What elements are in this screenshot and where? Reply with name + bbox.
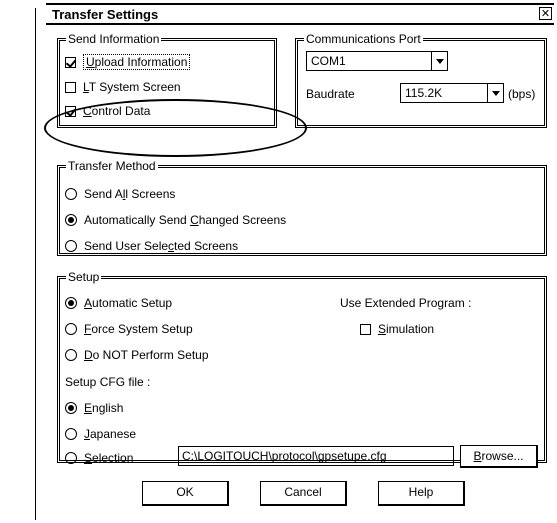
checkbox-icon (65, 105, 76, 117)
help-button[interactable]: Help (378, 481, 465, 506)
cfg-path-field[interactable]: C:\LOGITOUCH\protocol\gpsetupe.cfg (178, 446, 454, 466)
background-line (35, 8, 36, 520)
port-select[interactable]: COM1 (306, 51, 448, 71)
radio-icon (65, 188, 77, 200)
force-system-setup-radio[interactable]: Force System Setup (65, 322, 193, 336)
cancel-label: Cancel (284, 485, 322, 499)
communications-port-group: Communications Port COM1 Baudrate 115.2K… (295, 32, 547, 128)
japanese-radio[interactable]: Japanese (65, 427, 136, 441)
auto-send-changed-radio[interactable]: Automatically Send Changed Screens (65, 213, 286, 227)
browse-button[interactable]: Browse... (460, 445, 538, 468)
setup-cfg-label: Setup CFG file : (65, 375, 151, 389)
simulation-checkbox[interactable]: Simulation (360, 322, 434, 336)
radio-icon (65, 323, 77, 335)
radio-icon (65, 297, 77, 309)
english-label: English (84, 401, 124, 415)
upload-information-label: Upload Information (83, 54, 191, 70)
selection-label: Selection (84, 451, 134, 465)
control-data-checkbox[interactable]: Control Data (65, 104, 150, 118)
ok-label: OK (176, 485, 194, 499)
radio-icon (65, 240, 77, 252)
transfer-method-group: Transfer Method Send All Screens Automat… (57, 159, 547, 256)
radio-icon (65, 402, 77, 414)
title-bar: Transfer Settings ✕ (46, 3, 554, 25)
send-user-selected-radio[interactable]: Send User Selected Screens (65, 239, 238, 253)
lt-system-screen-checkbox[interactable]: LT System Screen (65, 80, 181, 94)
send-user-selected-label: Send User Selected Screens (84, 239, 239, 253)
transfer-method-label: Transfer Method (66, 159, 158, 173)
simulation-label: Simulation (378, 322, 435, 336)
checkbox-icon (65, 81, 76, 93)
port-value: COM1 (311, 54, 346, 68)
radio-icon (65, 428, 77, 440)
radio-icon (65, 452, 77, 464)
do-not-perform-setup-label: Do NOT Perform Setup (84, 348, 209, 362)
close-icon[interactable]: ✕ (539, 7, 552, 20)
ok-button[interactable]: OK (142, 481, 229, 506)
checkbox-icon (360, 323, 371, 335)
upload-information-checkbox[interactable]: Upload Information (65, 54, 191, 70)
do-not-perform-setup-radio[interactable]: Do NOT Perform Setup (65, 348, 209, 362)
browse-label: Browse... (473, 449, 524, 463)
baudrate-label: Baudrate (306, 87, 355, 101)
dialog-title: Transfer Settings (52, 7, 159, 22)
force-system-setup-label: Force System Setup (84, 322, 193, 336)
automatic-setup-radio[interactable]: Automatic Setup (65, 296, 172, 310)
send-all-screens-label: Send All Screens (84, 187, 176, 201)
setup-label: Setup (66, 270, 102, 284)
send-all-screens-radio[interactable]: Send All Screens (65, 187, 175, 201)
english-radio[interactable]: English (65, 401, 123, 415)
dropdown-arrow-icon[interactable] (487, 84, 503, 102)
bps-unit-label: (bps) (508, 87, 536, 101)
dropdown-arrow-icon[interactable] (431, 52, 447, 70)
checkbox-icon (65, 56, 76, 68)
lt-system-screen-label: LT System Screen (83, 80, 181, 94)
send-information-label: Send Information (66, 32, 162, 46)
transfer-settings-dialog: Transfer Settings ✕ Send Information Upl… (44, 3, 554, 520)
extended-program-label: Use Extended Program : (340, 296, 472, 310)
cancel-button[interactable]: Cancel (260, 481, 347, 506)
help-label: Help (408, 485, 434, 499)
radio-icon (65, 214, 77, 226)
setup-group: Setup Automatic Setup Force System Setup… (57, 270, 547, 468)
baudrate-value: 115.2K (405, 86, 443, 100)
japanese-label: Japanese (84, 427, 137, 441)
control-data-label: Control Data (83, 104, 151, 118)
automatic-setup-label: Automatic Setup (84, 296, 173, 310)
baudrate-select[interactable]: 115.2K (400, 83, 504, 103)
send-information-group: Send Information Upload Information LT S… (57, 32, 277, 128)
auto-send-changed-label: Automatically Send Changed Screens (84, 213, 287, 227)
selection-radio[interactable]: Selection (65, 451, 133, 465)
communications-port-label: Communications Port (304, 32, 423, 46)
cfg-path-value: C:\LOGITOUCH\protocol\gpsetupe.cfg (182, 449, 387, 463)
radio-icon (65, 349, 77, 361)
